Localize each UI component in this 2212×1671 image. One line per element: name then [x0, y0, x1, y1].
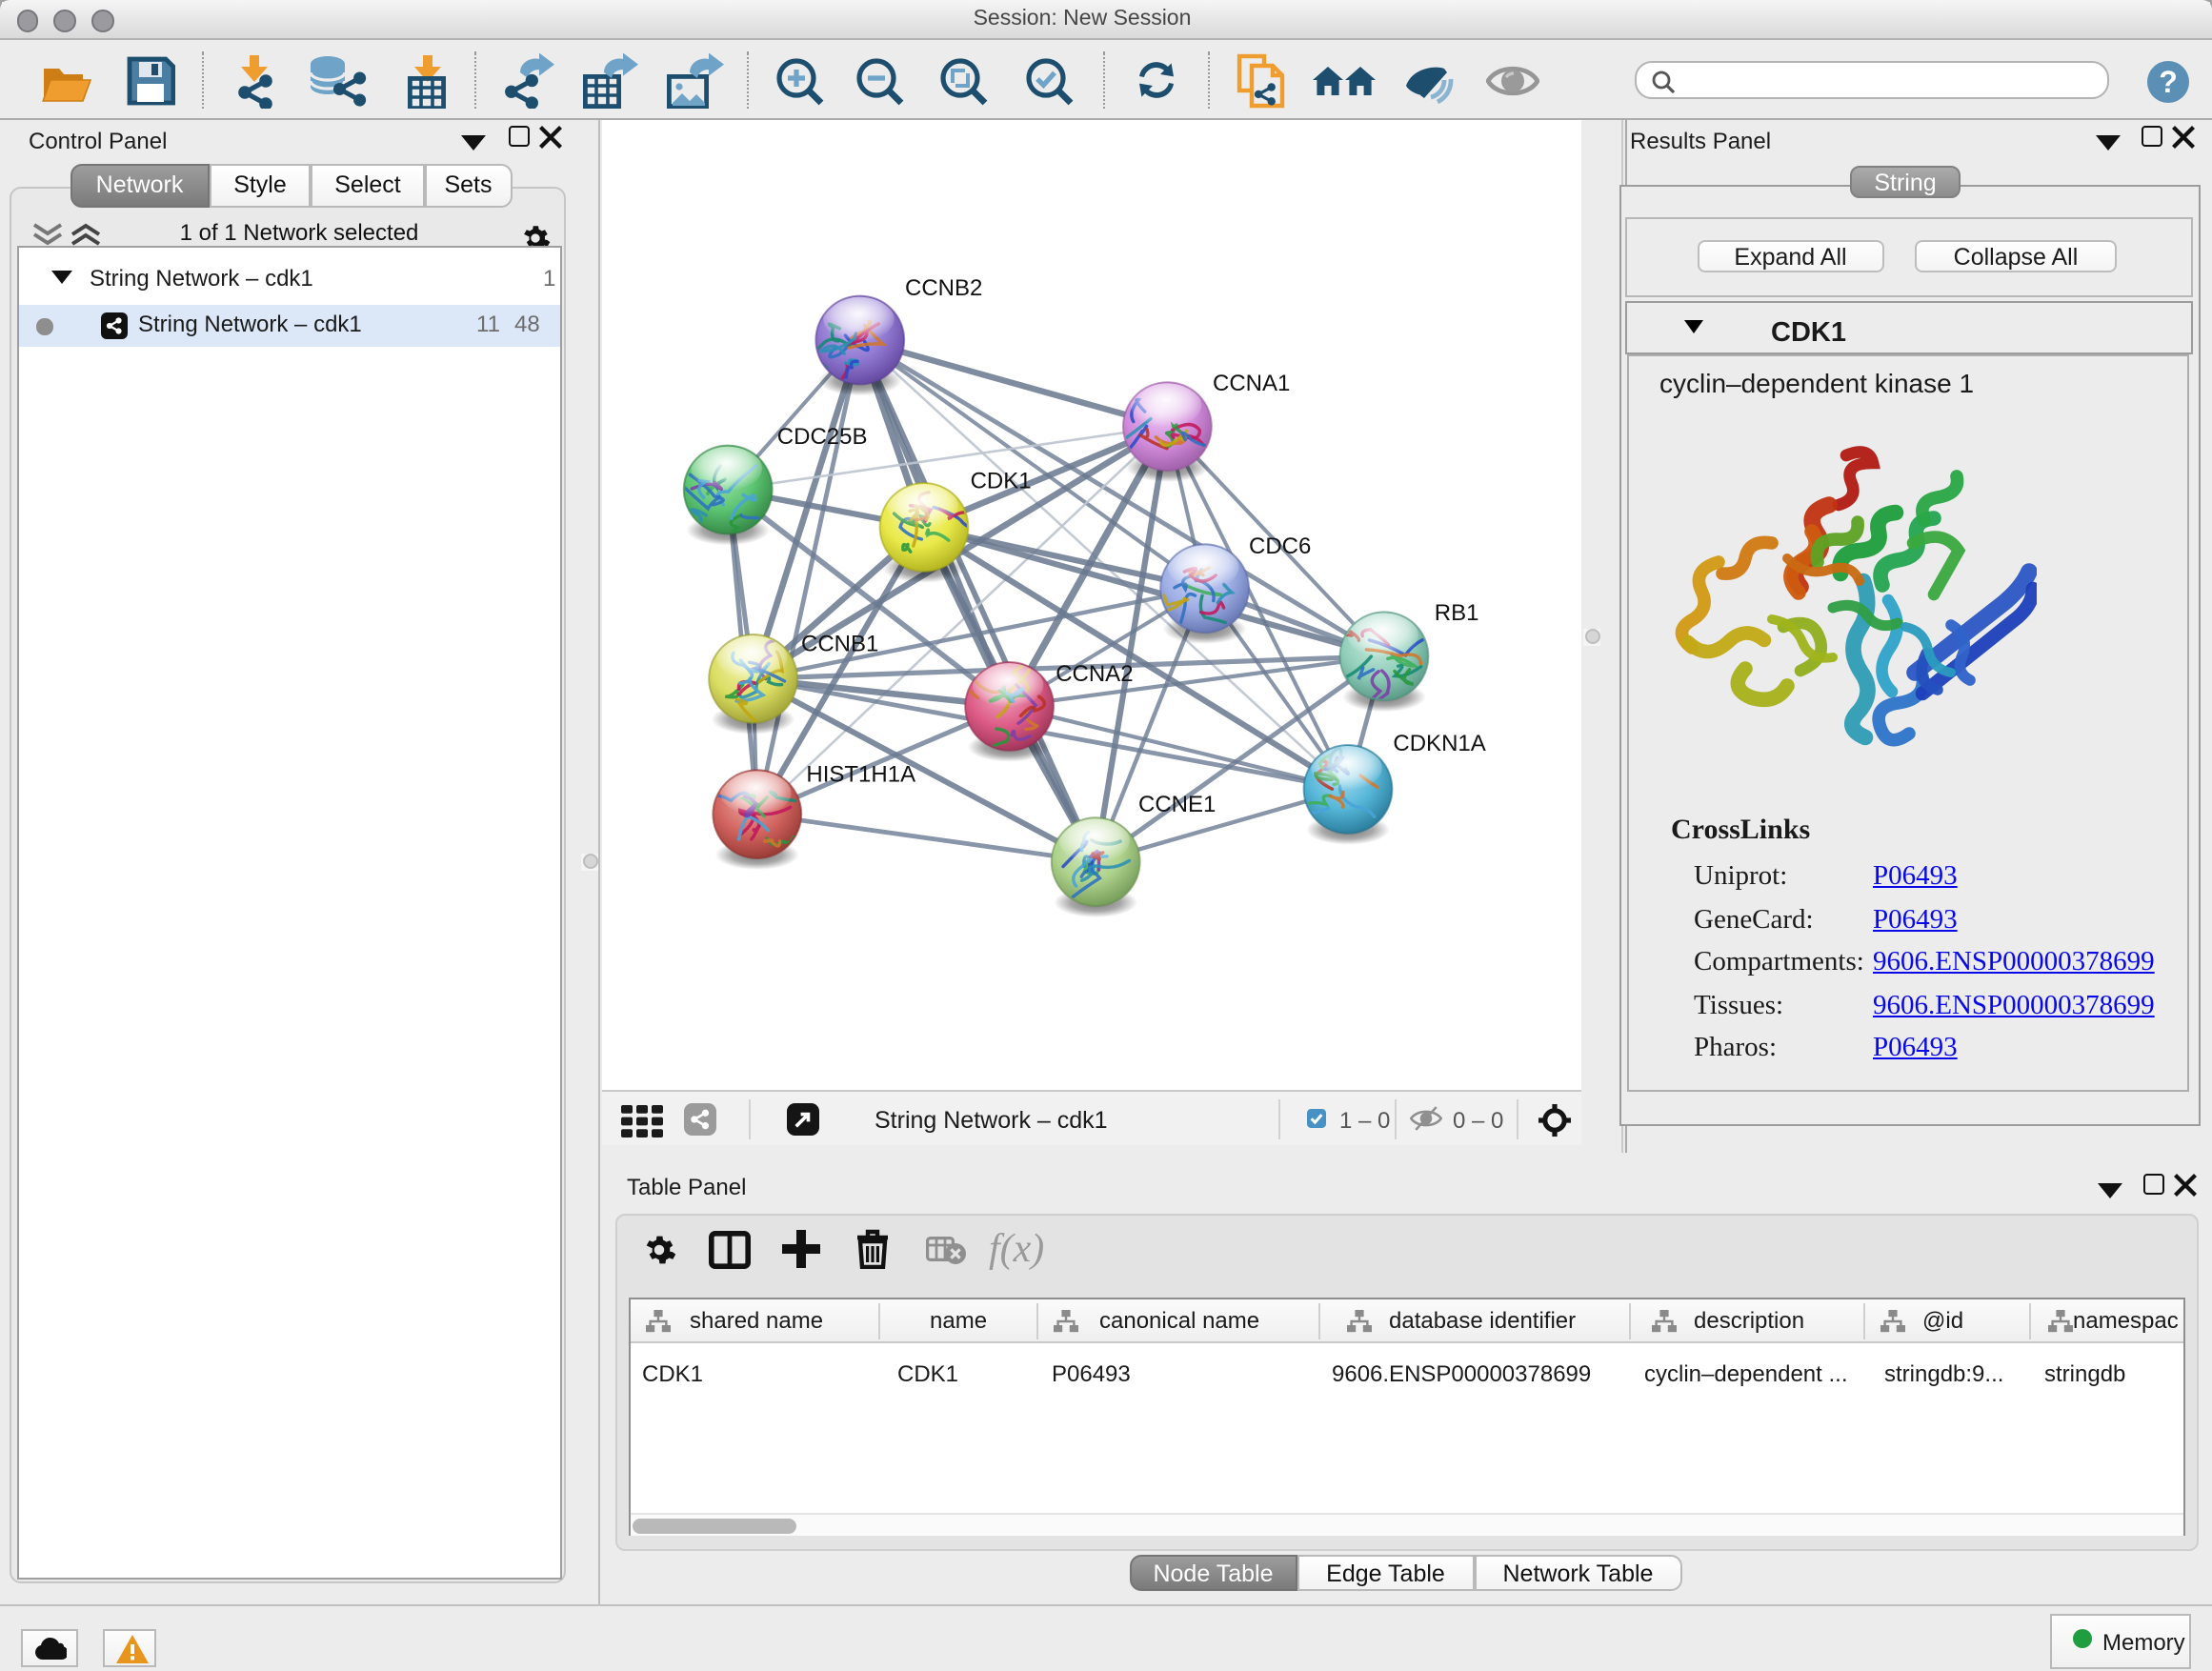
svg-text:?: ?: [2159, 65, 2178, 99]
svg-text:CCNA2: CCNA2: [1055, 661, 1132, 687]
svg-text:CCNE1: CCNE1: [1137, 792, 1215, 817]
svg-text:HIST1H1A: HIST1H1A: [805, 761, 915, 787]
svg-text:RB1: RB1: [1434, 600, 1478, 626]
svg-text:CCNA1: CCNA1: [1212, 371, 1289, 396]
svg-text:CDK1: CDK1: [970, 468, 1031, 493]
svg-text:CCNB1: CCNB1: [800, 631, 877, 656]
svg-text:CDC25B: CDC25B: [776, 424, 867, 450]
svg-text:CDC6: CDC6: [1248, 534, 1310, 559]
svg-text:CDKN1A: CDKN1A: [1392, 731, 1484, 756]
svg-text:CCNB2: CCNB2: [904, 275, 981, 301]
